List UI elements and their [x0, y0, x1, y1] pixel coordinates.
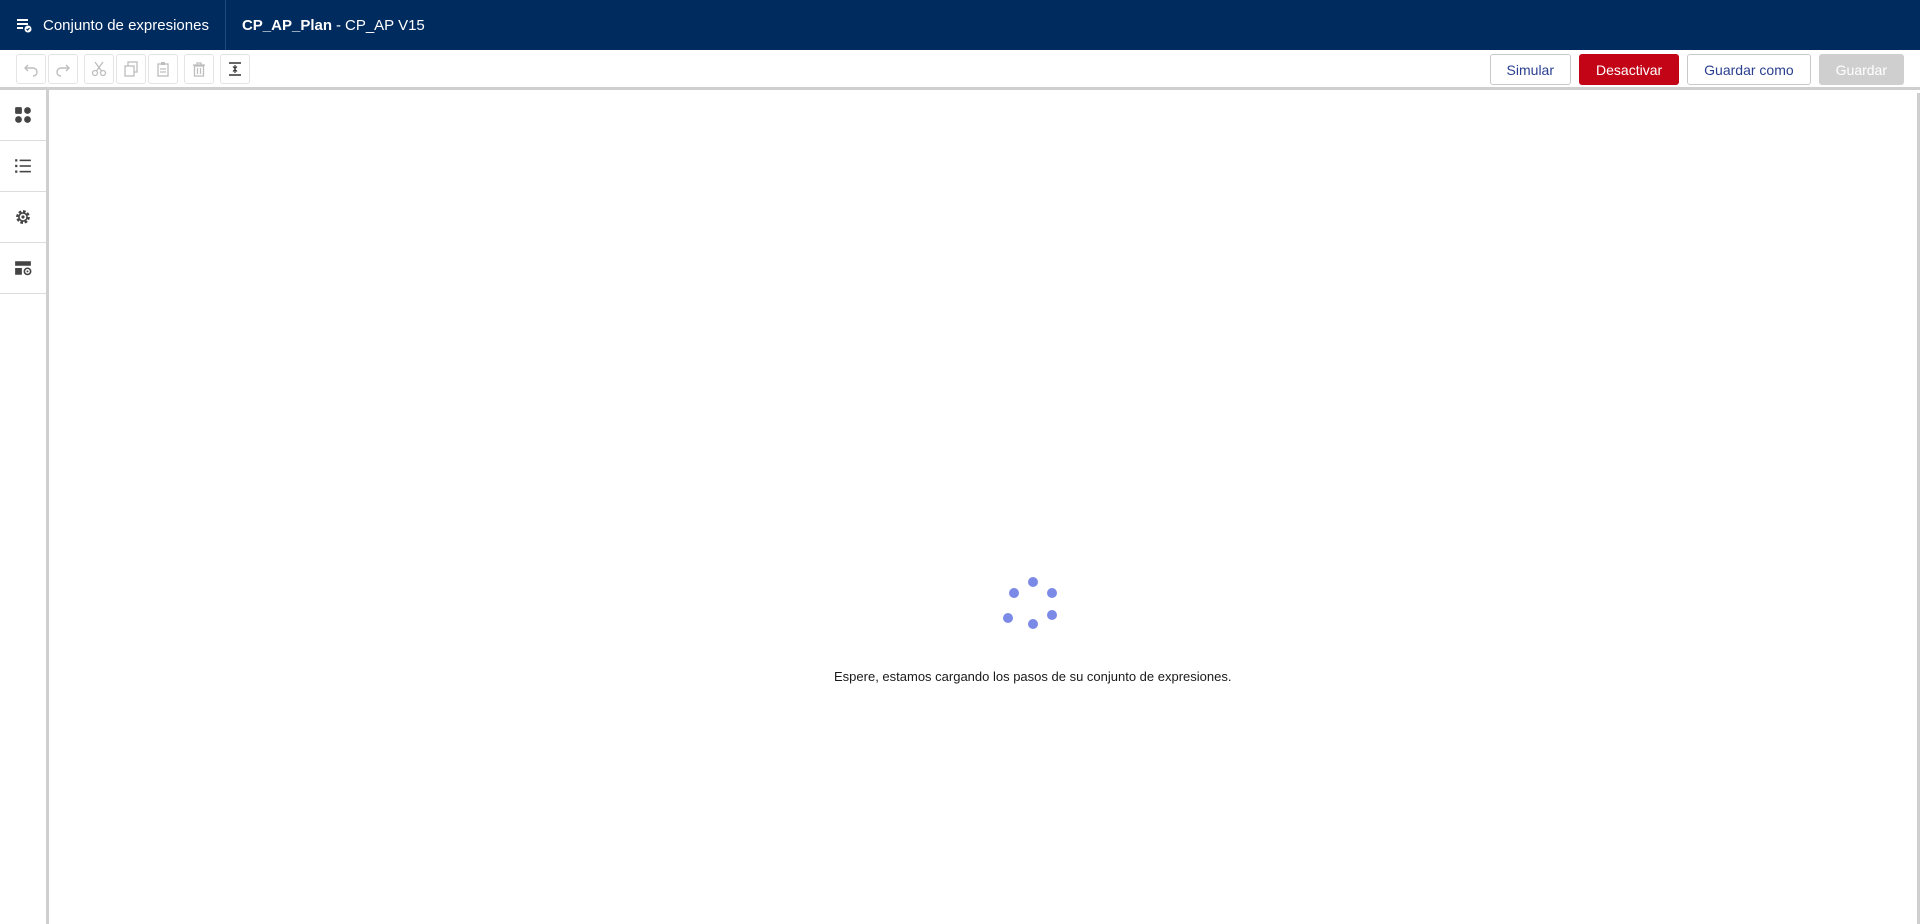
cut-button[interactable]	[84, 53, 114, 84]
save-as-button[interactable]: Guardar como	[1687, 54, 1811, 85]
cut-icon	[91, 61, 107, 76]
app-title: Conjunto de expresiones	[43, 16, 209, 34]
side-navigation	[0, 90, 49, 924]
loading-spinner	[1003, 577, 1063, 637]
document-title: CP_AP_Plan - CP_AP V15	[226, 17, 441, 34]
collapse-icon	[229, 61, 241, 76]
list-icon	[15, 159, 31, 173]
deactivate-button[interactable]: Desactivar	[1579, 54, 1680, 85]
nav-elements[interactable]	[0, 90, 46, 141]
elements-icon	[15, 107, 31, 123]
undo-button[interactable]	[16, 53, 46, 84]
settings-icon	[16, 210, 30, 224]
builder-canvas: Espere, estamos cargando los pasos de su…	[49, 93, 1920, 924]
nav-list[interactable]	[0, 141, 46, 192]
action-buttons: Simular Desactivar Guardar como Guardar	[1482, 54, 1904, 85]
spinner-dot	[1028, 619, 1038, 629]
redo-button[interactable]	[48, 53, 78, 84]
paste-icon	[157, 61, 169, 77]
nav-settings[interactable]	[0, 192, 46, 243]
document-separator: -	[336, 16, 341, 34]
delete-button[interactable]	[184, 53, 214, 84]
simulate-button[interactable]: Simular	[1489, 54, 1572, 85]
top-bar: Conjunto de expresiones CP_AP_Plan - CP_…	[0, 0, 1920, 50]
properties-icon	[15, 261, 32, 276]
document-version: CP_AP V15	[345, 16, 425, 34]
undo-icon	[24, 64, 38, 77]
app-switcher[interactable]: Conjunto de expresiones	[0, 0, 226, 50]
spinner-dot	[1028, 577, 1038, 587]
spinner-dot	[1047, 588, 1057, 598]
spinner-dot	[1003, 613, 1013, 623]
spinner-dot	[1047, 610, 1057, 620]
redo-icon	[56, 64, 70, 77]
loading-message: Espere, estamos cargando los pasos de su…	[834, 669, 1232, 684]
copy-button[interactable]	[116, 53, 146, 84]
copy-icon	[124, 60, 138, 77]
document-name: CP_AP_Plan	[241, 16, 332, 34]
nav-properties[interactable]	[0, 243, 46, 294]
toolbar: Simular Desactivar Guardar como Guardar	[0, 50, 1920, 90]
paste-button[interactable]	[148, 53, 178, 84]
spinner-dot	[1009, 588, 1019, 598]
delete-icon	[193, 61, 205, 77]
collapse-button[interactable]	[220, 53, 250, 84]
save-button[interactable]: Guardar	[1818, 54, 1904, 85]
expression-set-icon	[17, 19, 32, 33]
